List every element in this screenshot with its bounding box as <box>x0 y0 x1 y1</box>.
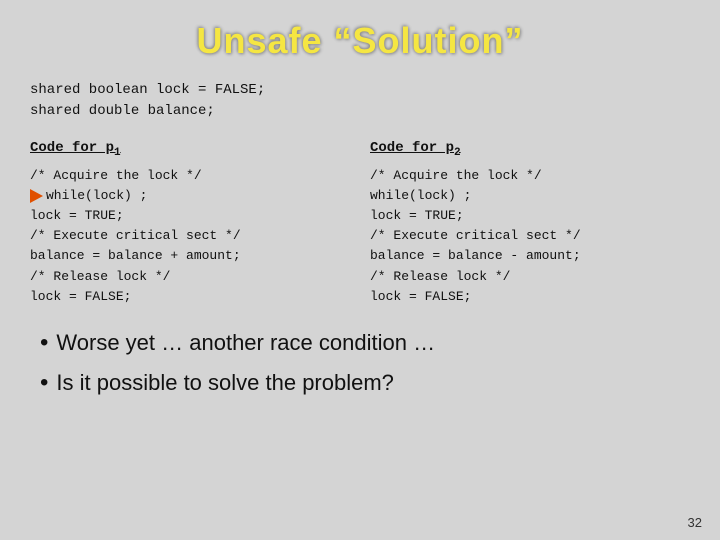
shared-vars: shared boolean lock = FALSE; shared doub… <box>30 80 690 122</box>
bullet-text-0: Worse yet … another race condition … <box>56 326 435 359</box>
slide: Unsafe “Solution” shared boolean lock = … <box>0 0 720 540</box>
code-block-p1: Code for p1 /* Acquire the lock */ while… <box>30 138 350 307</box>
bullet-item-0: • Worse yet … another race condition … <box>40 325 690 361</box>
slide-title: Unsafe “Solution” <box>30 20 690 62</box>
page-number: 32 <box>688 515 702 530</box>
p2-line-4: balance = balance - amount; <box>370 246 690 266</box>
p1-line-5: /* Release lock */ <box>30 267 350 287</box>
p1-line-0: /* Acquire the lock */ <box>30 166 350 186</box>
code-header-p1: Code for p1 <box>30 138 350 162</box>
p1-line-1: while(lock) ; <box>30 186 350 206</box>
p1-line-3: /* Execute critical sect */ <box>30 226 350 246</box>
bullet-dot-1: • <box>40 365 48 401</box>
code-section: Code for p1 /* Acquire the lock */ while… <box>30 138 690 307</box>
bullet-dot-0: • <box>40 325 48 361</box>
p1-line-4: balance = balance + amount; <box>30 246 350 266</box>
p2-line-6: lock = FALSE; <box>370 287 690 307</box>
shared-var-line1: shared boolean lock = FALSE; <box>30 80 690 101</box>
p1-line-6: lock = FALSE; <box>30 287 350 307</box>
bullet-section: • Worse yet … another race condition … •… <box>30 325 690 401</box>
shared-var-line2: shared double balance; <box>30 101 690 122</box>
bullet-text-1: Is it possible to solve the problem? <box>56 366 394 399</box>
p2-line-0: /* Acquire the lock */ <box>370 166 690 186</box>
p1-line-2: lock = TRUE; <box>30 206 350 226</box>
bullet-item-1: • Is it possible to solve the problem? <box>40 365 690 401</box>
arrow-icon <box>30 189 43 203</box>
code-header-p2: Code for p2 <box>370 138 690 162</box>
code-block-p2: Code for p2 /* Acquire the lock */ while… <box>370 138 690 307</box>
p2-line-2: lock = TRUE; <box>370 206 690 226</box>
p2-line-3: /* Execute critical sect */ <box>370 226 690 246</box>
p2-line-1: while(lock) ; <box>370 186 690 206</box>
p2-line-5: /* Release lock */ <box>370 267 690 287</box>
